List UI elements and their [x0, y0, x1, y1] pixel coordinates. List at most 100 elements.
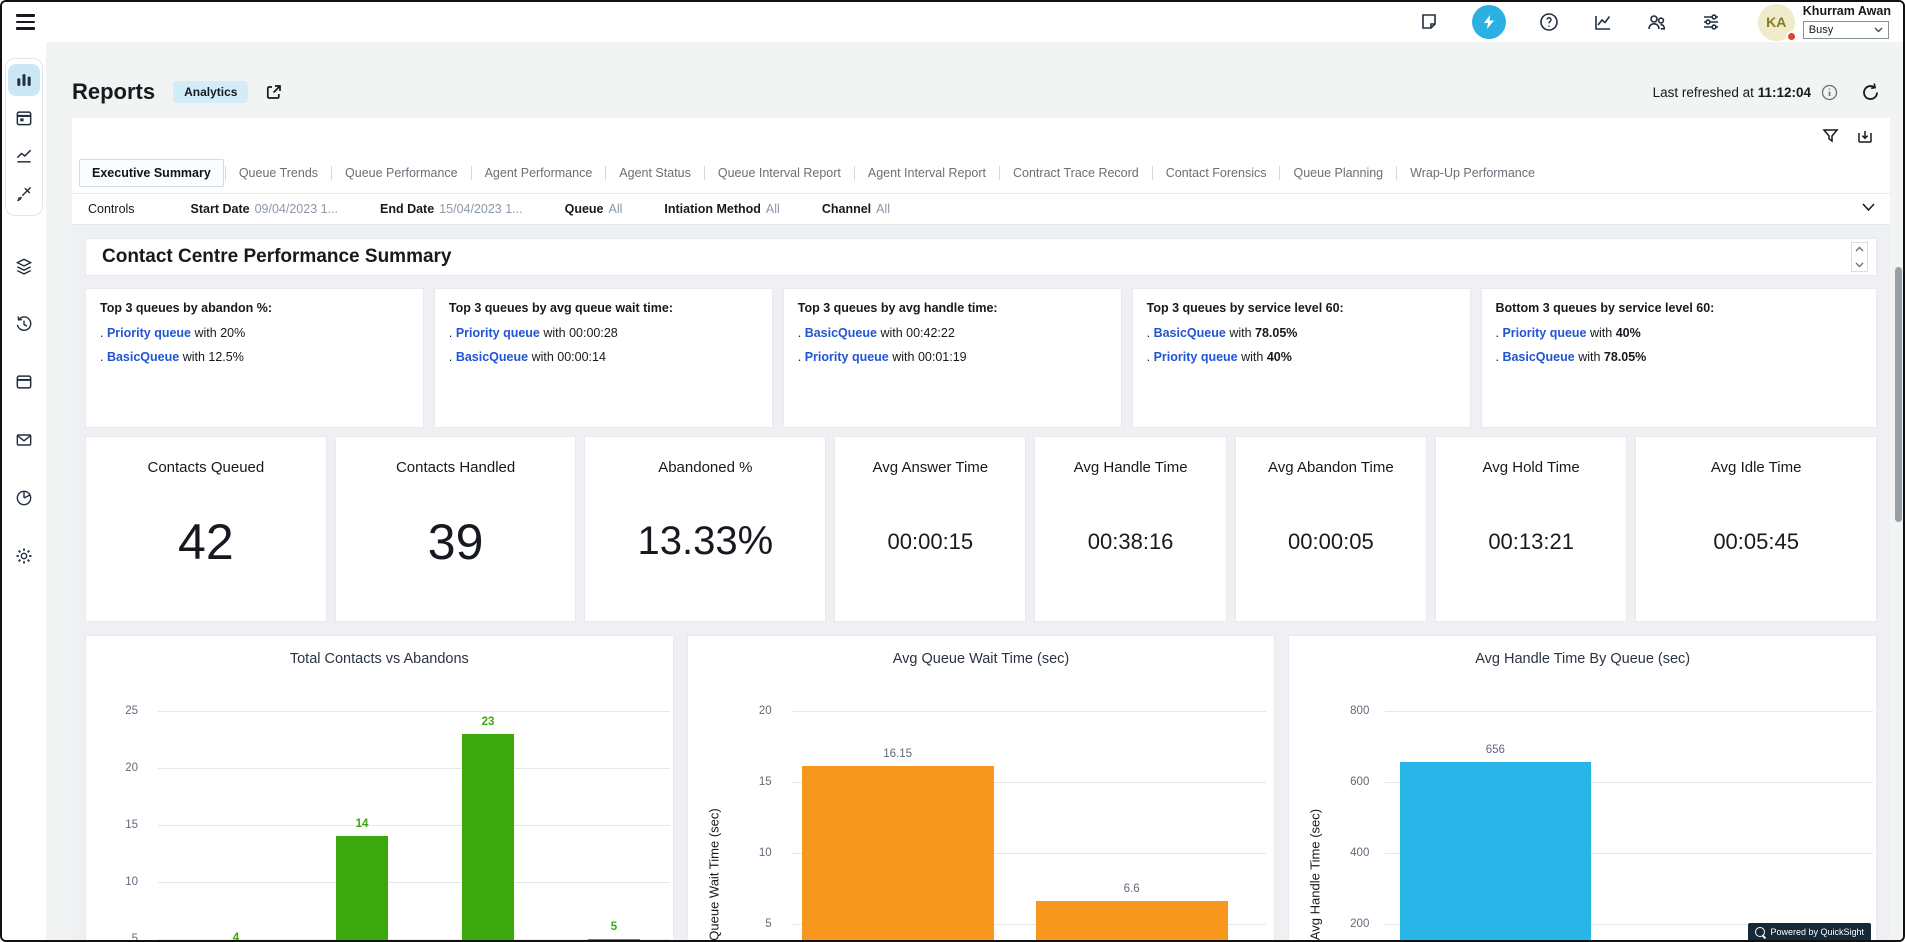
kpi-value: 00:05:45	[1713, 476, 1799, 621]
chart-title: Avg Queue Wait Time (sec)	[688, 651, 1275, 667]
user-cluster: KA Khurram Awan Busy	[1758, 4, 1891, 41]
kpi-value: 00:00:15	[888, 476, 974, 621]
queue-link[interactable]: BasicQueue	[456, 350, 528, 364]
queue-link[interactable]: BasicQueue	[805, 326, 877, 340]
queue-link[interactable]: Priority queue	[1502, 326, 1586, 340]
menu-icon[interactable]	[16, 14, 35, 30]
insight-value: 20%	[220, 326, 245, 340]
sidebar-item-gear[interactable]	[8, 540, 40, 572]
external-link-icon[interactable]	[264, 83, 283, 102]
bar-value-label: 6.6	[1124, 883, 1140, 895]
status-select[interactable]: Busy	[1803, 21, 1889, 39]
tab-queue-trends[interactable]: Queue Trends	[227, 160, 330, 186]
insight-line: . BasicQueue with 00:42:22	[798, 326, 1107, 340]
insight-line: . Priority queue with 00:01:19	[798, 350, 1107, 364]
insight-line: . BasicQueue with 00:00:14	[449, 350, 758, 364]
queue-link[interactable]: BasicQueue	[107, 350, 179, 364]
pie-chart-icon	[14, 488, 34, 508]
tab-divider	[854, 166, 855, 180]
sidebar-item-history[interactable]	[8, 308, 40, 340]
bar[interactable]	[336, 836, 388, 942]
y-tick: 800	[1289, 705, 1369, 717]
tab-agent-performance[interactable]: Agent Performance	[473, 160, 605, 186]
settings-sliders-icon[interactable]	[1700, 11, 1722, 33]
filter-label: Intiation Method	[664, 202, 761, 216]
tab-contact-forensics[interactable]: Contact Forensics	[1154, 160, 1279, 186]
sidebar-item-layers[interactable]	[8, 250, 40, 282]
sidebar-item-calendar[interactable]	[8, 102, 40, 134]
refresh-icon[interactable]	[1860, 82, 1881, 103]
kpi-cards: Contacts Queued 42Contacts Handled 39Aba…	[85, 436, 1877, 622]
insight-title: Top 3 queues by service level 60:	[1147, 301, 1456, 315]
controls-collapse-icon[interactable]	[1861, 202, 1876, 212]
kpi-value: 00:00:05	[1288, 476, 1374, 621]
y-tick: 5	[86, 933, 138, 942]
sidebar-item-line-chart[interactable]	[8, 140, 40, 172]
users-icon[interactable]	[1646, 11, 1668, 33]
queue-link[interactable]: Priority queue	[805, 350, 889, 364]
metrics-icon[interactable]	[1592, 11, 1614, 33]
chart-title: Avg Handle Time By Queue (sec)	[1289, 651, 1876, 667]
kpi-value: 00:38:16	[1088, 476, 1174, 621]
insight-value: 40%	[1267, 350, 1292, 364]
tab-queue-interval-report[interactable]: Queue Interval Report	[706, 160, 853, 186]
help-icon[interactable]	[1538, 11, 1560, 33]
filter-start-date[interactable]: Start Date09/04/2023 1...	[191, 202, 338, 216]
y-tick: 400	[1289, 847, 1369, 859]
kpi-title: Avg Abandon Time	[1268, 459, 1394, 476]
analytics-badge[interactable]: Analytics	[173, 81, 248, 103]
y-tick: 25	[86, 705, 138, 717]
insight-title: Bottom 3 queues by service level 60:	[1496, 301, 1863, 315]
vertical-scrollbar[interactable]	[1895, 267, 1902, 522]
sidebar-item-bar-chart[interactable]	[8, 64, 40, 96]
insight-value: 00:00:28	[569, 326, 618, 340]
tab-executive-summary[interactable]: Executive Summary	[79, 159, 224, 187]
sidebar-item-window[interactable]	[8, 366, 40, 398]
filter-end-date[interactable]: End Date15/04/2023 1...	[380, 202, 523, 216]
filter-intiation-method[interactable]: Intiation MethodAll	[664, 202, 779, 216]
export-download-icon[interactable]	[1856, 127, 1874, 145]
sheet-scroll-spinner[interactable]	[1851, 242, 1868, 272]
tab-divider	[1279, 166, 1280, 180]
y-tick: 15	[688, 776, 772, 788]
kpi-value: 00:13:21	[1488, 476, 1574, 621]
gridline	[158, 825, 670, 826]
tab-agent-interval-report[interactable]: Agent Interval Report	[856, 160, 998, 186]
bar-value-label: 23	[482, 716, 495, 728]
tab-queue-performance[interactable]: Queue Performance	[333, 160, 470, 186]
insight-value: 78.05%	[1604, 350, 1646, 364]
tab-agent-status[interactable]: Agent Status	[607, 160, 703, 186]
queue-link[interactable]: BasicQueue	[1502, 350, 1574, 364]
gridline	[158, 711, 670, 712]
kpi-title: Abandoned %	[658, 459, 752, 476]
tab-contract-trace-record[interactable]: Contract Trace Record	[1001, 160, 1151, 186]
gridline	[158, 768, 670, 769]
bar[interactable]	[1400, 762, 1591, 942]
filter-value: 15/04/2023 1...	[439, 202, 522, 216]
flash-icon[interactable]	[1472, 5, 1506, 39]
info-icon[interactable]	[1821, 84, 1838, 101]
chart-total-contacts-vs-abandons: Total Contacts vs Abandons25201510541432…	[85, 635, 674, 942]
sidebar-item-mail[interactable]	[8, 424, 40, 456]
filter-icon[interactable]	[1822, 127, 1839, 145]
queue-link[interactable]: Priority queue	[1154, 350, 1238, 364]
bar[interactable]	[1036, 901, 1228, 942]
y-tick: 5	[688, 918, 772, 930]
tab-queue-planning[interactable]: Queue Planning	[1281, 160, 1395, 186]
bar[interactable]	[802, 766, 994, 942]
tab-wrap-up-performance[interactable]: Wrap-Up Performance	[1398, 160, 1547, 186]
sidebar-item-design-brush[interactable]	[8, 178, 40, 210]
sidebar-item-pie-chart[interactable]	[8, 482, 40, 514]
filter-channel[interactable]: ChannelAll	[822, 202, 890, 216]
bar[interactable]	[462, 734, 514, 942]
queue-link[interactable]: Priority queue	[107, 326, 191, 340]
tab-divider	[605, 166, 606, 180]
queue-link[interactable]: BasicQueue	[1154, 326, 1226, 340]
filter-queue[interactable]: QueueAll	[565, 202, 623, 216]
note-icon[interactable]	[1418, 11, 1440, 33]
queue-link[interactable]: Priority queue	[456, 326, 540, 340]
insight-value: 00:01:19	[918, 350, 967, 364]
bar-chart-icon	[14, 70, 34, 90]
y-tick: 20	[86, 762, 138, 774]
y-tick: 10	[86, 876, 138, 888]
